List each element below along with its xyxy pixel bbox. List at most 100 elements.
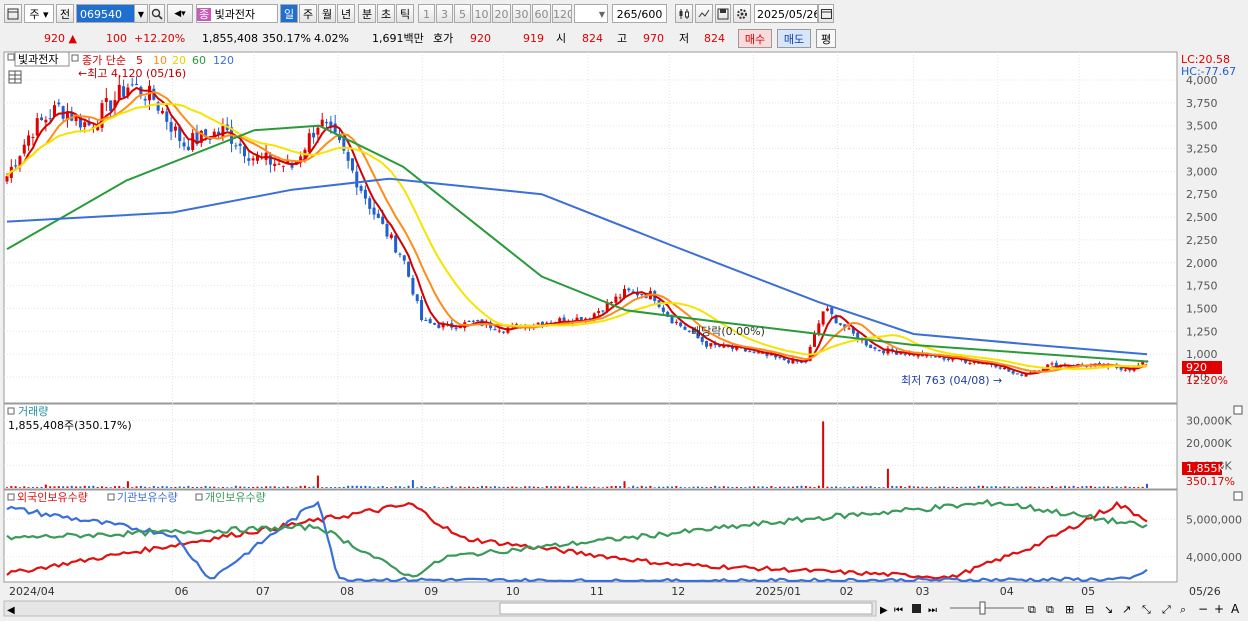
volume-bar: [75, 486, 78, 488]
interval-30[interactable]: 30: [512, 4, 531, 23]
candle-body: [273, 163, 277, 167]
candle-body: [679, 322, 683, 327]
scrollbar-thumb[interactable]: [499, 602, 873, 615]
ruler-icon[interactable]: ↗: [1122, 603, 1131, 616]
price-tick-label: 2,250: [1186, 234, 1218, 247]
fast-forward-icon[interactable]: ⏭: [928, 605, 937, 616]
code-dropdown-icon[interactable]: ▼: [134, 4, 148, 23]
dividend-annotation: 배당락(0.00%): [691, 325, 765, 338]
candle-body: [27, 135, 31, 146]
stock-code-input[interactable]: 069540: [76, 4, 136, 23]
zoom-out-icon[interactable]: −: [1198, 602, 1208, 616]
font-size-icon[interactable]: A: [1231, 602, 1240, 616]
volume-bar: [822, 421, 825, 488]
candle-body: [899, 353, 903, 355]
avg-button[interactable]: 평: [816, 29, 836, 48]
zoom-icon[interactable]: ⌕: [1180, 603, 1186, 616]
gear-icon[interactable]: [733, 4, 751, 23]
candle-body: [437, 324, 441, 328]
volume-bar: [135, 486, 138, 488]
interval-120[interactable]: 120: [552, 4, 572, 23]
price-tick-label: 2,750: [1186, 188, 1218, 201]
calendar-icon[interactable]: [818, 4, 834, 23]
volume-summary: 1,855,408주(350.17%): [8, 419, 132, 432]
period-type-select[interactable]: 주 ▾: [24, 4, 54, 23]
high-label: 고: [617, 32, 628, 45]
draw-line-icon[interactable]: ↘: [1104, 603, 1113, 616]
volume-close-icon[interactable]: [1233, 405, 1243, 415]
overlay-icon[interactable]: ⧉: [1046, 603, 1054, 616]
candle-type-icon[interactable]: [675, 4, 693, 23]
volume-bar: [671, 486, 673, 488]
interval-3[interactable]: 3: [436, 4, 453, 23]
period-day[interactable]: 일: [280, 4, 298, 23]
candle-body: [320, 119, 324, 127]
period-minute[interactable]: 분: [358, 4, 376, 23]
scroll-right-icon[interactable]: ▶: [880, 605, 888, 616]
volume-bar: [692, 486, 695, 488]
period-week[interactable]: 주: [299, 4, 317, 23]
count-field[interactable]: 265/600: [612, 4, 667, 23]
hoga-label: 호가: [433, 32, 454, 45]
volume-bar: [23, 486, 26, 488]
holding-close-icon[interactable]: [1233, 491, 1243, 501]
interval-60[interactable]: 60: [532, 4, 551, 23]
volume-bar: [912, 486, 915, 488]
save-icon[interactable]: [715, 4, 731, 23]
search-icon[interactable]: [149, 4, 165, 23]
candle-body: [238, 143, 242, 146]
volume-bar: [57, 486, 60, 488]
open-label: 시: [556, 32, 567, 45]
grid-icon[interactable]: ⊞: [1065, 603, 1074, 616]
interval-1[interactable]: 1: [418, 4, 435, 23]
volume-bar: [27, 487, 30, 488]
buy-button[interactable]: 매수: [738, 29, 772, 48]
period-tick[interactable]: 틱: [396, 4, 414, 23]
x-tick-label: 03: [916, 585, 930, 598]
period-second[interactable]: 초: [377, 4, 395, 23]
scroll-left-icon[interactable]: ◀: [7, 605, 15, 616]
candle-body: [502, 331, 506, 333]
candle-body: [368, 198, 372, 209]
interval-20[interactable]: 20: [492, 4, 511, 23]
volume-bar: [334, 487, 337, 488]
zoom-slider-handle[interactable]: [979, 601, 986, 615]
zoom-in-icon[interactable]: +: [1214, 602, 1224, 616]
crosshair-icon[interactable]: ⊟: [1085, 603, 1094, 616]
indicator-icon[interactable]: [695, 4, 713, 23]
stock-name-field[interactable]: 종 빛과전자: [196, 4, 278, 23]
period-year[interactable]: 년: [337, 4, 355, 23]
candle-body: [104, 98, 108, 103]
volume-bar: [260, 486, 263, 488]
volume-bar: [545, 486, 548, 488]
volume-bar: [688, 487, 691, 488]
volume-bar: [31, 486, 34, 488]
volume-bar: [882, 487, 885, 488]
sell-button[interactable]: 매도: [777, 29, 811, 48]
volume-bar: [804, 486, 807, 488]
pattern-icon[interactable]: ⤡: [1142, 603, 1151, 616]
volume-bar: [92, 485, 95, 488]
volume-bar: [852, 486, 855, 488]
interval-custom-select[interactable]: ▼: [574, 4, 608, 23]
stop-icon[interactable]: [912, 604, 921, 613]
prev-button[interactable]: 전: [56, 4, 74, 23]
price-tick-label: 3,000: [1186, 165, 1218, 178]
volume-bar: [610, 486, 613, 488]
speaker-icon[interactable]: ◀▾: [167, 4, 193, 23]
volume-bar: [53, 486, 56, 488]
trend-icon[interactable]: ⤢: [1162, 603, 1171, 616]
split-view-icon[interactable]: ⧉: [1028, 603, 1036, 616]
interval-5[interactable]: 5: [454, 4, 471, 23]
rewind-icon[interactable]: ⏮: [894, 605, 903, 616]
volume-bar: [748, 486, 751, 488]
volume-bar: [1107, 486, 1110, 488]
volume-bar: [308, 487, 311, 488]
volume-bar: [437, 487, 440, 488]
layout-icon[interactable]: [4, 4, 22, 23]
period-month[interactable]: 월: [318, 4, 336, 23]
interval-10[interactable]: 10: [472, 4, 491, 23]
pct-tag: 12.20%: [1186, 374, 1228, 387]
date-field[interactable]: 2025/05/26: [754, 4, 818, 23]
candle-body: [748, 351, 752, 353]
